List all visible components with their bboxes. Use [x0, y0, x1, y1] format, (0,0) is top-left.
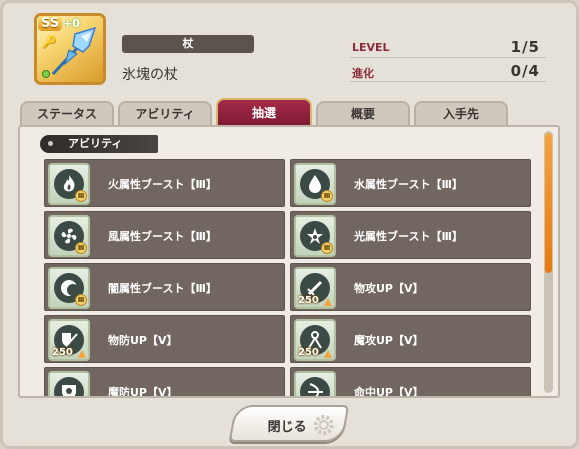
bonus-value: 250 [298, 295, 319, 306]
ability-card[interactable]: Ⅲ 火属性ブースト【Ⅲ】 [44, 159, 285, 207]
tab-status[interactable]: ステータス [20, 101, 114, 127]
ability-card[interactable]: Ⅲ 光属性ブースト【Ⅲ】 [290, 211, 531, 259]
ability-card[interactable]: 250 物攻UP【V】 [290, 263, 531, 311]
evolution-value: 0/4 [510, 62, 540, 80]
arrow-up-icon [78, 350, 86, 358]
ability-icon-frame [48, 371, 90, 396]
gem-icon [42, 70, 50, 78]
scrollbar-thumb[interactable] [545, 133, 552, 273]
ability-icon-frame [294, 371, 336, 396]
ability-icon-frame: 250 [294, 319, 336, 361]
item-name: 氷塊の杖 [122, 67, 178, 83]
ability-card[interactable]: 魔防UP【V】 [44, 367, 285, 398]
ability-icon-frame: Ⅲ [294, 215, 336, 257]
ability-card[interactable]: Ⅲ 水属性ブースト【Ⅲ】 [290, 159, 531, 207]
gear-icon [313, 415, 334, 435]
scrollbar[interactable] [544, 131, 553, 393]
close-button-label: 閉じる [267, 420, 307, 435]
evolution-row: 進化 0/4 [350, 62, 546, 82]
arrow-up-icon [324, 298, 332, 306]
ability-label: 魔防UP【V】 [108, 386, 178, 398]
bullet-icon [48, 141, 53, 146]
ability-label: 光属性ブースト【Ⅲ】 [354, 230, 463, 243]
tier-badge: Ⅲ [321, 242, 333, 254]
ability-card[interactable]: 250 魔攻UP【V】 [290, 315, 531, 363]
bonus-value: 250 [298, 347, 319, 358]
bonus-value: 250 [52, 347, 73, 358]
ability-card[interactable]: Ⅲ 闇属性ブースト【Ⅲ】 [44, 263, 285, 311]
ability-card[interactable]: 命中UP【V】 [290, 367, 531, 398]
level-label: LEVEL [352, 41, 390, 54]
ice-staff-icon [51, 26, 97, 76]
magic-shield-icon [62, 385, 76, 396]
ability-panel: アビリティ Ⅲ 火属性ブースト【Ⅲ】 Ⅲ 水属性ブースト【Ⅲ】 Ⅲ 風属性ブース… [18, 125, 560, 398]
ability-icon-frame: 250 [294, 267, 336, 309]
section-title: アビリティ [68, 137, 123, 150]
ability-label: 風属性ブースト【Ⅲ】 [108, 230, 217, 243]
item-type-label: 杖 [122, 35, 254, 53]
tab-source[interactable]: 入手先 [414, 101, 508, 127]
ability-label: 物防UP【V】 [108, 334, 178, 347]
tier-badge: Ⅲ [321, 190, 333, 202]
ability-icon-frame: Ⅲ [48, 163, 90, 205]
ability-card[interactable]: Ⅲ 風属性ブースト【Ⅲ】 [44, 211, 285, 259]
bow-icon [308, 383, 323, 396]
section-header: アビリティ [40, 135, 158, 153]
tab-overview[interactable]: 概要 [316, 101, 410, 127]
tier-badge: Ⅲ [75, 242, 87, 254]
tier-badge: Ⅲ [75, 190, 87, 202]
ability-icon-frame: Ⅲ [294, 163, 336, 205]
ability-label: 物攻UP【V】 [354, 282, 424, 295]
ability-label: 命中UP【V】 [354, 386, 424, 398]
ability-label: 火属性ブースト【Ⅲ】 [108, 178, 217, 191]
tier-badge: Ⅲ [75, 294, 87, 306]
close-button[interactable]: 閉じる [228, 405, 350, 442]
ability-icon-frame: 250 [48, 319, 90, 361]
ability-label: 水属性ブースト【Ⅲ】 [354, 178, 463, 191]
arrow-up-icon [324, 350, 332, 358]
item-icon-frame: SS +0 🔑 [34, 13, 106, 85]
evolution-label: 進化 [352, 67, 374, 80]
ability-label: 闇属性ブースト【Ⅲ】 [108, 282, 217, 295]
level-value: 1/5 [510, 38, 540, 56]
ability-label: 魔攻UP【V】 [354, 334, 424, 347]
ability-icon-frame: Ⅲ [48, 215, 90, 257]
level-row: LEVEL 1/5 [350, 38, 546, 58]
tab-lottery[interactable]: 抽選 [216, 98, 312, 127]
tab-ability[interactable]: アビリティ [118, 101, 212, 127]
ability-card[interactable]: 250 物防UP【V】 [44, 315, 285, 363]
ability-icon-frame: Ⅲ [48, 267, 90, 309]
